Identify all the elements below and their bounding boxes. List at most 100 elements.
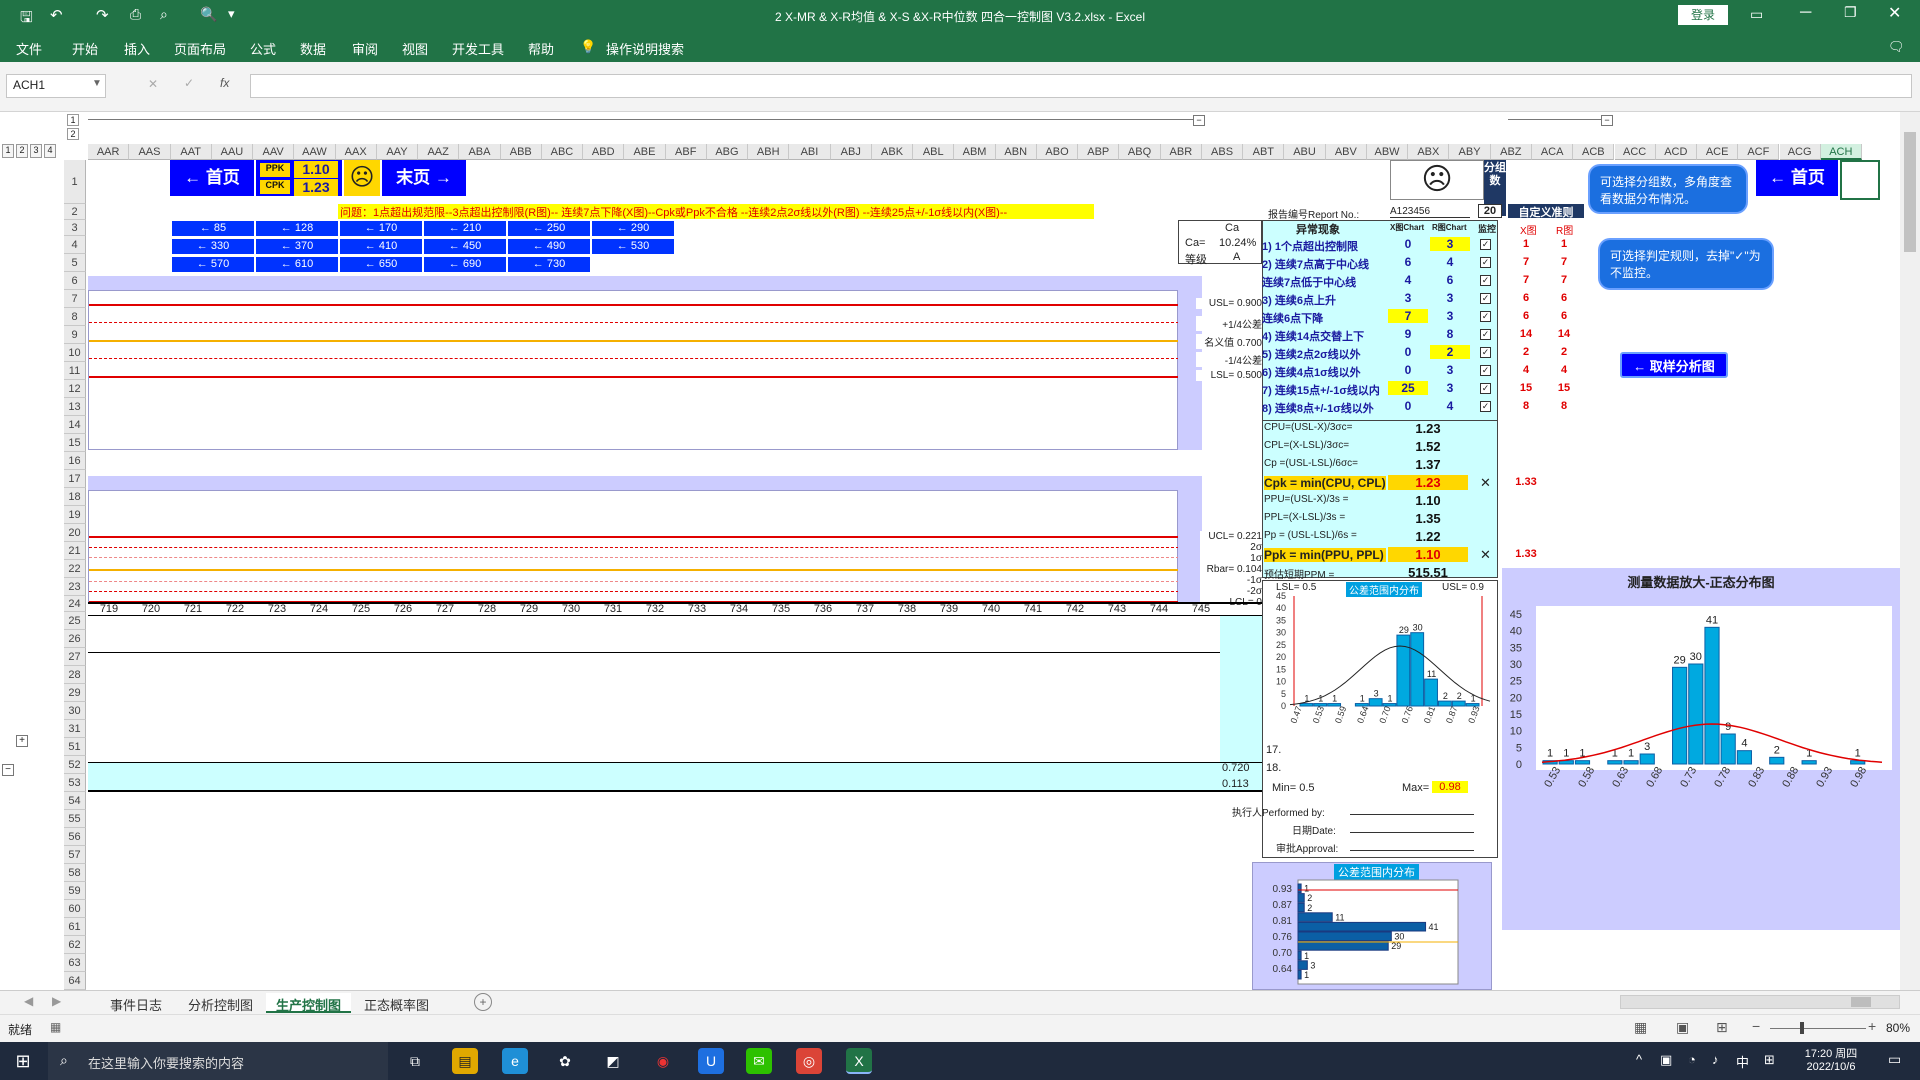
tell-me-search[interactable]: 操作说明搜索	[606, 39, 684, 58]
monitor-checkbox[interactable]: ✓	[1480, 311, 1491, 322]
column-header[interactable]: ACG	[1779, 144, 1821, 160]
row-header[interactable]: 11	[64, 362, 86, 380]
zoom-icon[interactable]: 🔍	[200, 6, 217, 23]
monitor-checkbox[interactable]: ✓	[1480, 365, 1491, 376]
jump-button[interactable]: ← 170	[340, 221, 422, 236]
horizontal-scroll-thumb[interactable]	[1851, 997, 1871, 1007]
column-header[interactable]: ABD	[583, 144, 625, 160]
windows-start-icon[interactable]: ⊞	[10, 1048, 36, 1074]
report-no-value[interactable]: A123456	[1390, 206, 1470, 218]
ribbon-display-icon[interactable]: ▭	[1750, 6, 1763, 23]
row-header[interactable]: 29	[64, 684, 86, 702]
notification-icon[interactable]: ▭	[1888, 1051, 1901, 1068]
insert-function-icon[interactable]: fx	[220, 76, 229, 90]
column-header[interactable]: ABX	[1408, 144, 1450, 160]
rule-x-threshold[interactable]: 15	[1508, 382, 1544, 394]
row-header[interactable]: 26	[64, 630, 86, 648]
row-header[interactable]: 59	[64, 882, 86, 900]
outline-level-1[interactable]: 1	[2, 144, 14, 158]
chrome-icon[interactable]: ◎	[796, 1048, 822, 1074]
rule-x-threshold[interactable]: 1	[1508, 238, 1544, 250]
taskbar-search-box[interactable]: ⌕ 在这里输入你要搜索的内容	[48, 1042, 388, 1080]
close-icon[interactable]: ✕	[1888, 3, 1901, 23]
row-header[interactable]: 55	[64, 810, 86, 828]
row-header[interactable]: 6	[64, 272, 86, 290]
app-icon-4[interactable]: U	[698, 1048, 724, 1074]
column-header[interactable]: ABK	[871, 144, 914, 160]
app-icon-1[interactable]: ✿	[552, 1048, 578, 1074]
column-header[interactable]: ABQ	[1119, 144, 1161, 160]
row-header[interactable]: 17	[64, 470, 86, 488]
tray-app-icon[interactable]: ▣	[1660, 1052, 1672, 1068]
column-header[interactable]: AAW	[294, 144, 336, 160]
column-header[interactable]: AAR	[88, 144, 130, 160]
column-header[interactable]: ABV	[1325, 144, 1367, 160]
login-button[interactable]: 登录	[1678, 5, 1728, 25]
selected-cell-ACH1[interactable]	[1840, 160, 1880, 200]
col-outline-2[interactable]: 2	[67, 128, 79, 140]
zoom-in-icon[interactable]: +	[1868, 1018, 1876, 1034]
row-header[interactable]: 53	[64, 774, 86, 792]
column-header[interactable]: ABF	[665, 144, 707, 160]
monitor-checkbox[interactable]: ✓	[1480, 401, 1491, 412]
column-header[interactable]: AAT	[170, 144, 212, 160]
tab-data[interactable]: 数据	[300, 39, 326, 58]
customize-qat-icon[interactable]: ▾	[228, 6, 235, 22]
column-header[interactable]: AAZ	[418, 144, 460, 160]
jump-button[interactable]: ← 128	[256, 221, 338, 236]
row-header[interactable]: 3	[64, 220, 86, 236]
row-header[interactable]: 13	[64, 398, 86, 416]
column-header[interactable]: ABL	[913, 144, 955, 160]
row-header[interactable]: 22	[64, 560, 86, 578]
collapse-row-group-icon[interactable]: −	[2, 764, 14, 776]
row-header[interactable]: 54	[64, 792, 86, 810]
tab-file[interactable]: 文件	[16, 39, 42, 58]
monitor-checkbox[interactable]: ✓	[1480, 275, 1491, 286]
column-header[interactable]: AAV	[253, 144, 295, 160]
row-header[interactable]: 62	[64, 936, 86, 954]
jump-button[interactable]: ← 730	[508, 257, 590, 272]
jump-button[interactable]: ← 530	[592, 239, 674, 254]
app-icon-3[interactable]: ◉	[650, 1048, 676, 1074]
tab-formulas[interactable]: 公式	[250, 39, 276, 58]
jump-button[interactable]: ← 570	[172, 257, 254, 272]
next-sheet-icon[interactable]: ▶	[52, 994, 61, 1008]
column-header[interactable]: ABW	[1366, 144, 1409, 160]
row-header[interactable]: 51	[64, 738, 86, 756]
column-header[interactable]: ABT	[1243, 144, 1285, 160]
wechat-icon[interactable]: ✉	[746, 1048, 772, 1074]
jump-button[interactable]: ← 690	[424, 257, 506, 272]
jump-button[interactable]: ← 290	[592, 221, 674, 236]
rule-r-threshold[interactable]: 7	[1546, 256, 1582, 268]
horizontal-scrollbar[interactable]	[1620, 995, 1900, 1009]
column-header[interactable]: ACE	[1697, 144, 1739, 160]
row-header[interactable]: 27	[64, 648, 86, 666]
row-header[interactable]: 57	[64, 846, 86, 864]
column-header[interactable]: AAX	[335, 144, 377, 160]
page-break-view-icon[interactable]: ⊞	[1716, 1019, 1728, 1036]
tray-volume-icon[interactable]: ♪	[1712, 1052, 1719, 1067]
column-header[interactable]: ACC	[1614, 144, 1656, 160]
row-header[interactable]: 52	[64, 756, 86, 774]
tab-insert[interactable]: 插入	[124, 39, 150, 58]
monitor-checkbox[interactable]: ✓	[1480, 329, 1491, 340]
rule-r-threshold[interactable]: 7	[1546, 274, 1582, 286]
collapse-group-icon-2[interactable]: −	[1601, 115, 1613, 126]
row-header[interactable]: 4	[64, 236, 86, 254]
formula-input[interactable]	[250, 74, 1912, 98]
group-count-value[interactable]: 20	[1478, 204, 1502, 218]
performed-by-line[interactable]	[1350, 814, 1474, 815]
jump-button[interactable]: ← 450	[424, 239, 506, 254]
expand-row-group-icon[interactable]: +	[16, 735, 28, 747]
redo-icon[interactable]: ↷	[96, 6, 109, 24]
row-header[interactable]: 23	[64, 578, 86, 596]
outline-level-4[interactable]: 4	[44, 144, 56, 158]
approval-line[interactable]	[1350, 850, 1474, 851]
date-line[interactable]	[1350, 832, 1474, 833]
tab-developer[interactable]: 开发工具	[452, 39, 504, 58]
tab-page-layout[interactable]: 页面布局	[174, 39, 226, 58]
rule-r-threshold[interactable]: 2	[1546, 346, 1582, 358]
sheet-tab-normal-prob[interactable]: 正态概率图	[354, 993, 439, 1013]
print-preview-icon[interactable]: ⎙	[130, 6, 141, 23]
row-header[interactable]: 12	[64, 380, 86, 398]
